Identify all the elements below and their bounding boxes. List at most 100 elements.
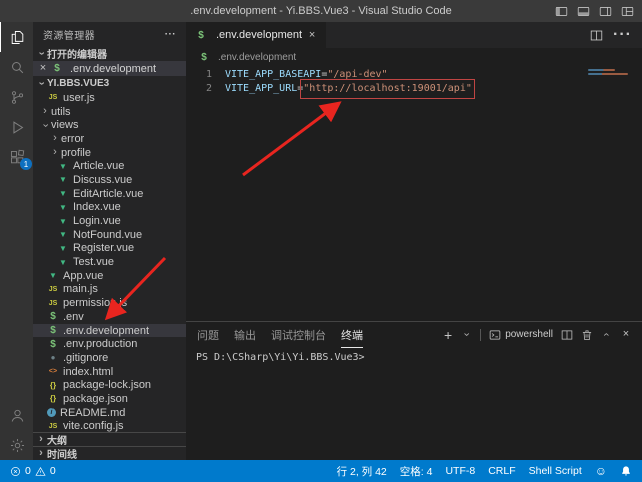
tree-item-Index.vue[interactable]: Index.vue — [33, 201, 186, 215]
search-icon[interactable] — [0, 52, 34, 82]
tree-item-Register.vue[interactable]: Register.vue — [33, 242, 186, 256]
tree-item-permission.js[interactable]: permission.js — [33, 296, 186, 310]
vue-file-icon — [47, 270, 59, 281]
code-editor[interactable]: 1VITE_APP_BASEAPI="/api-dev"2VITE_APP_UR… — [186, 66, 642, 321]
section-chevron-icon — [35, 434, 47, 445]
settings-gear-icon[interactable] — [0, 430, 34, 460]
timeline-section[interactable]: 时间线 — [33, 446, 186, 460]
tree-item-error[interactable]: error — [33, 132, 186, 146]
tree-item-package.json[interactable]: package.json — [33, 392, 186, 406]
tree-item-.env[interactable]: .env — [33, 310, 186, 324]
panel-tab-输出[interactable]: 输出 — [234, 322, 256, 348]
maximize-panel-chevron-icon[interactable] — [602, 329, 613, 341]
workspace-header[interactable]: YI.BBS.VUE3 — [33, 76, 186, 91]
vue-file-icon — [57, 257, 69, 268]
open-editors-label: 打开的编辑器 — [47, 46, 107, 61]
more-actions-icon[interactable] — [165, 29, 176, 40]
notifications-bell-icon[interactable] — [620, 465, 632, 477]
terminal-shell-item[interactable]: powershell — [489, 329, 553, 341]
panel-tab-问题[interactable]: 问题 — [197, 322, 219, 348]
panel-header: 问题输出调试控制台终端 powershell — [186, 322, 642, 347]
json-file-icon — [47, 393, 59, 404]
tree-item-.env.production[interactable]: .env.production — [33, 337, 186, 351]
terminal-icon — [489, 329, 501, 341]
toggle-sidebar-icon[interactable] — [555, 5, 568, 18]
shell-file-icon — [47, 311, 59, 322]
code-line[interactable]: 2VITE_APP_URL="http://localhost:19001/ap… — [186, 82, 642, 96]
panel-tab-调试控制台[interactable]: 调试控制台 — [271, 322, 326, 348]
tree-item-main.js[interactable]: main.js — [33, 283, 186, 297]
code-lines: 1VITE_APP_BASEAPI="/api-dev"2VITE_APP_UR… — [186, 68, 642, 96]
close-panel-icon[interactable] — [621, 329, 631, 340]
source-control-icon[interactable] — [0, 82, 34, 112]
close-icon[interactable] — [38, 63, 48, 74]
split-editor-icon[interactable] — [590, 29, 603, 42]
file-name: Article.vue — [73, 160, 124, 172]
accounts-icon[interactable] — [0, 400, 34, 430]
close-icon[interactable] — [307, 30, 317, 41]
problems-indicator[interactable]: 0 0 — [10, 465, 56, 477]
tree-item-index.html[interactable]: index.html — [33, 365, 186, 379]
kill-terminal-trash-icon[interactable] — [581, 329, 593, 341]
activity-bar: 1 — [0, 22, 33, 460]
tree-item-EditArticle.vue[interactable]: EditArticle.vue — [33, 187, 186, 201]
sidebar-header: 资源管理器 — [33, 22, 186, 46]
tree-item-Test.vue[interactable]: Test.vue — [33, 255, 186, 269]
file-name: .env.development — [63, 325, 149, 337]
editor-tab-bar: .env.development — [186, 22, 642, 48]
extensions-icon[interactable]: 1 — [0, 142, 34, 172]
indentation-setting[interactable]: 空格: 4 — [400, 464, 433, 479]
terminal[interactable]: PS D:\CSharp\Yi\Yi.BBS.Vue3> — [186, 347, 642, 460]
layout-controls — [555, 0, 634, 22]
js-file-icon — [47, 298, 59, 309]
terminal-picker-chevron-icon[interactable] — [461, 329, 472, 341]
open-editor-item[interactable]: .env.development — [33, 61, 186, 76]
panel-tab-终端[interactable]: 终端 — [341, 322, 363, 348]
tree-item-Discuss.vue[interactable]: Discuss.vue — [33, 173, 186, 187]
tree-item-.gitignore[interactable]: .gitignore — [33, 351, 186, 365]
feedback-smiley-icon[interactable] — [595, 464, 607, 478]
tree-item-Login.vue[interactable]: Login.vue — [33, 214, 186, 228]
breadcrumb[interactable]: .env.development — [186, 48, 642, 66]
tree-item-views[interactable]: views — [33, 118, 186, 132]
toggle-panel-icon[interactable] — [577, 5, 590, 18]
code-line[interactable]: 1VITE_APP_BASEAPI="/api-dev" — [186, 68, 642, 82]
toggle-secondary-sidebar-icon[interactable] — [599, 5, 612, 18]
shell-file-icon — [47, 325, 59, 336]
file-name: App.vue — [63, 270, 103, 282]
tree-item-utils[interactable]: utils — [33, 105, 186, 119]
tree-item-vite.config.js[interactable]: vite.config.js — [33, 420, 186, 433]
file-tree: user.jsutilsviewserrorprofileArticle.vue… — [33, 91, 186, 432]
tree-item-package-lock.json[interactable]: package-lock.json — [33, 378, 186, 392]
tab-env-development[interactable]: .env.development — [186, 22, 326, 48]
split-terminal-icon[interactable] — [561, 329, 573, 341]
more-actions-icon[interactable] — [613, 26, 632, 44]
tree-item-profile[interactable]: profile — [33, 146, 186, 160]
shell-file-icon — [198, 52, 210, 63]
encoding-setting[interactable]: UTF-8 — [445, 465, 475, 477]
tree-item-NotFound.vue[interactable]: NotFound.vue — [33, 228, 186, 242]
tree-item-README.md[interactable]: README.md — [33, 406, 186, 420]
new-terminal-icon[interactable] — [444, 328, 452, 342]
eol-setting[interactable]: CRLF — [488, 465, 515, 477]
info-file-icon — [47, 408, 56, 417]
tree-item-user.js[interactable]: user.js — [33, 91, 186, 105]
minimap[interactable] — [588, 69, 628, 77]
run-debug-icon[interactable] — [0, 112, 34, 142]
outline-label: 大纲 — [47, 432, 67, 447]
extensions-badge: 1 — [20, 158, 32, 170]
open-editors-header[interactable]: 打开的编辑器 — [33, 46, 186, 61]
tree-item-App.vue[interactable]: App.vue — [33, 269, 186, 283]
file-name: NotFound.vue — [73, 229, 142, 241]
customize-layout-icon[interactable] — [621, 5, 634, 18]
outline-section[interactable]: 大纲 — [33, 432, 186, 446]
cursor-position[interactable]: 行 2, 列 42 — [337, 464, 387, 479]
tree-item-Article.vue[interactable]: Article.vue — [33, 159, 186, 173]
language-mode[interactable]: Shell Script — [529, 465, 582, 477]
explorer-icon[interactable] — [0, 22, 34, 52]
file-name: utils — [51, 106, 71, 118]
timeline-label: 时间线 — [47, 446, 77, 460]
git-file-icon — [47, 352, 59, 363]
tree-item-.env.development[interactable]: .env.development — [33, 324, 186, 338]
code-token: "http://localhost:19001/api" — [303, 82, 472, 96]
